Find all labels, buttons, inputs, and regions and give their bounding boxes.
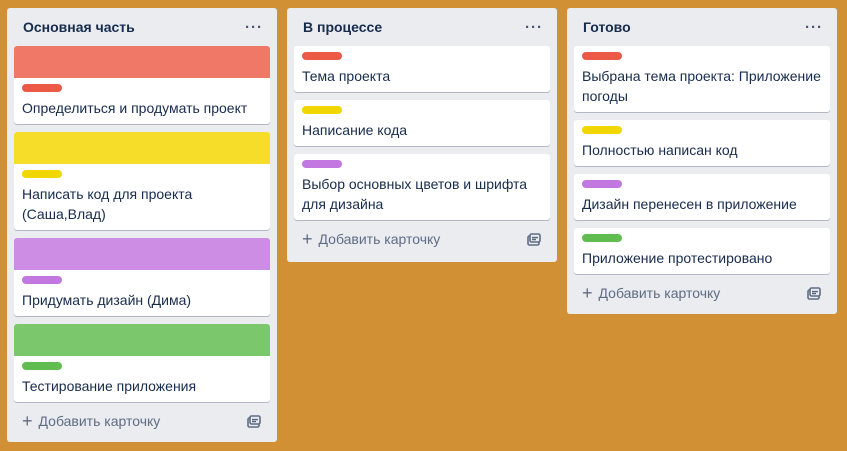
card-title: Дизайн перенесен в приложение: [582, 196, 797, 212]
card-title: Полностью написан код: [582, 142, 738, 158]
list-header: Основная часть ···: [14, 8, 270, 46]
card[interactable]: Выбрана тема проекта: Приложение погоды: [574, 46, 830, 112]
card[interactable]: Тестирование приложения: [14, 324, 270, 402]
list-title[interactable]: Готово: [583, 19, 631, 35]
add-card-button[interactable]: + Добавить карточку: [22, 412, 160, 430]
add-card-label: Добавить карточку: [598, 285, 721, 301]
list-footer: + Добавить карточку: [294, 220, 550, 258]
add-card-label: Добавить карточку: [38, 413, 161, 429]
card[interactable]: Придумать дизайн (Дима): [14, 238, 270, 316]
list-column: Готово ··· Выбрана тема проекта: Приложе…: [567, 8, 837, 314]
card-label[interactable]: [582, 234, 622, 242]
card-title: Выбор основных цветов и шрифта для дизай…: [302, 176, 528, 212]
ellipsis-icon[interactable]: ···: [802, 17, 826, 37]
card[interactable]: Тема проекта: [294, 46, 550, 92]
card-title: Написать код для проекта (Саша,Влад): [22, 186, 193, 222]
card-label[interactable]: [22, 170, 62, 178]
add-card-label: Добавить карточку: [318, 231, 441, 247]
ellipsis-icon[interactable]: ···: [242, 17, 266, 37]
card-label[interactable]: [582, 126, 622, 134]
card[interactable]: Написать код для проекта (Саша,Влад): [14, 132, 270, 230]
card-template-icon[interactable]: [527, 232, 541, 246]
card-label[interactable]: [582, 52, 622, 60]
card-cover: [14, 324, 270, 356]
card-list: Определиться и продумать проект Написать…: [14, 46, 270, 402]
card-cover: [14, 46, 270, 78]
list-header: В процессе ···: [294, 8, 550, 46]
card[interactable]: Выбор основных цветов и шрифта для дизай…: [294, 154, 550, 220]
plus-icon: +: [22, 411, 33, 431]
ellipsis-icon[interactable]: ···: [522, 17, 546, 37]
card[interactable]: Дизайн перенесен в приложение: [574, 174, 830, 220]
list-footer: + Добавить карточку: [14, 402, 270, 440]
card-title: Приложение протестировано: [582, 250, 773, 266]
card[interactable]: Приложение протестировано: [574, 228, 830, 274]
list-title[interactable]: В процессе: [303, 19, 382, 35]
card-title: Тема проекта: [302, 68, 391, 84]
card-title: Тестирование приложения: [22, 378, 197, 394]
card-label[interactable]: [582, 180, 622, 188]
card-title: Придумать дизайн (Дима): [22, 292, 192, 308]
card-label[interactable]: [302, 160, 342, 168]
card-template-icon[interactable]: [807, 286, 821, 300]
card-label[interactable]: [22, 276, 62, 284]
card-list: Выбрана тема проекта: Приложение погоды …: [574, 46, 830, 274]
card-template-icon[interactable]: [247, 414, 261, 428]
card-label[interactable]: [302, 106, 342, 114]
card-title: Выбрана тема проекта: Приложение погоды: [582, 68, 821, 104]
card-list: Тема проекта Написание кода Выбор основн…: [294, 46, 550, 220]
add-card-button[interactable]: + Добавить карточку: [302, 230, 440, 248]
plus-icon: +: [582, 283, 593, 303]
list-header: Готово ···: [574, 8, 830, 46]
card[interactable]: Определиться и продумать проект: [14, 46, 270, 124]
card[interactable]: Полностью написан код: [574, 120, 830, 166]
add-card-button[interactable]: + Добавить карточку: [582, 284, 720, 302]
list-title[interactable]: Основная часть: [23, 19, 135, 35]
list-column: В процессе ··· Тема проекта Написание ко…: [287, 8, 557, 262]
list-column: Основная часть ··· Определиться и продум…: [7, 8, 277, 442]
plus-icon: +: [302, 229, 313, 249]
card-label[interactable]: [302, 52, 342, 60]
card-title: Определиться и продумать проект: [22, 100, 248, 116]
card-label[interactable]: [22, 84, 62, 92]
list-footer: + Добавить карточку: [574, 274, 830, 312]
card-title: Написание кода: [302, 122, 408, 138]
card-label[interactable]: [22, 362, 62, 370]
card[interactable]: Написание кода: [294, 100, 550, 146]
card-cover: [14, 132, 270, 164]
card-cover: [14, 238, 270, 270]
